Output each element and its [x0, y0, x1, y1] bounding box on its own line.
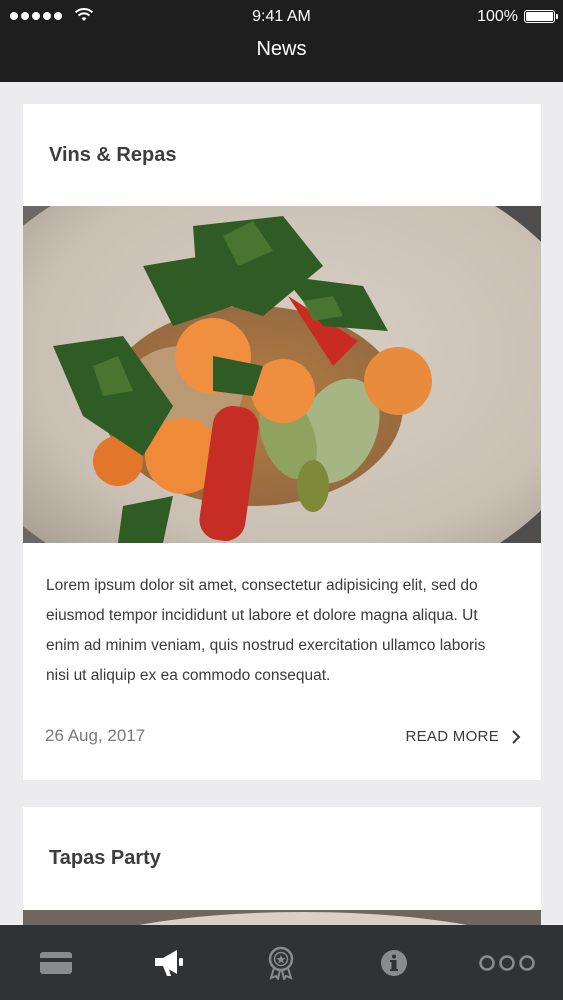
- card-icon: [40, 951, 73, 974]
- food-photo: [23, 910, 541, 925]
- news-card-title: Tapas Party: [49, 847, 161, 869]
- read-more-button[interactable]: READ MORE: [405, 728, 521, 745]
- news-card-image[interactable]: [23, 206, 541, 543]
- news-card-excerpt: Lorem ipsum dolor sit amet, consectetur …: [46, 577, 486, 684]
- top-bar: 9:41 AM 100% News: [0, 0, 563, 82]
- news-card[interactable]: Tapas Party: [23, 807, 541, 925]
- news-card-image[interactable]: [23, 910, 541, 925]
- news-card-date: 26 Aug, 2017: [45, 726, 146, 745]
- news-card[interactable]: Vins & Repas Lorem ipsum dolor sit amet,…: [23, 104, 541, 780]
- tab-card[interactable]: [26, 933, 86, 993]
- tab-news[interactable]: [139, 933, 199, 993]
- megaphone-icon: [154, 949, 183, 976]
- food-photo: [23, 206, 541, 543]
- battery-icon: [524, 10, 558, 23]
- battery-percent: 100%: [477, 8, 518, 25]
- read-more-label: READ MORE: [405, 728, 499, 745]
- tab-more[interactable]: [477, 933, 537, 993]
- more-icon: [478, 954, 535, 971]
- page-title: News: [256, 38, 307, 60]
- tab-bar: [0, 925, 563, 1000]
- chevron-right-icon: [512, 729, 521, 744]
- award-icon: [269, 946, 294, 980]
- tab-rewards[interactable]: [251, 933, 311, 993]
- news-card-title: Vins & Repas: [49, 144, 177, 166]
- status-bar: 9:41 AM 100%: [0, 0, 563, 34]
- info-icon: [381, 949, 408, 976]
- tab-info[interactable]: [364, 933, 424, 993]
- news-feed[interactable]: Vins & Repas Lorem ipsum dolor sit amet,…: [0, 82, 563, 925]
